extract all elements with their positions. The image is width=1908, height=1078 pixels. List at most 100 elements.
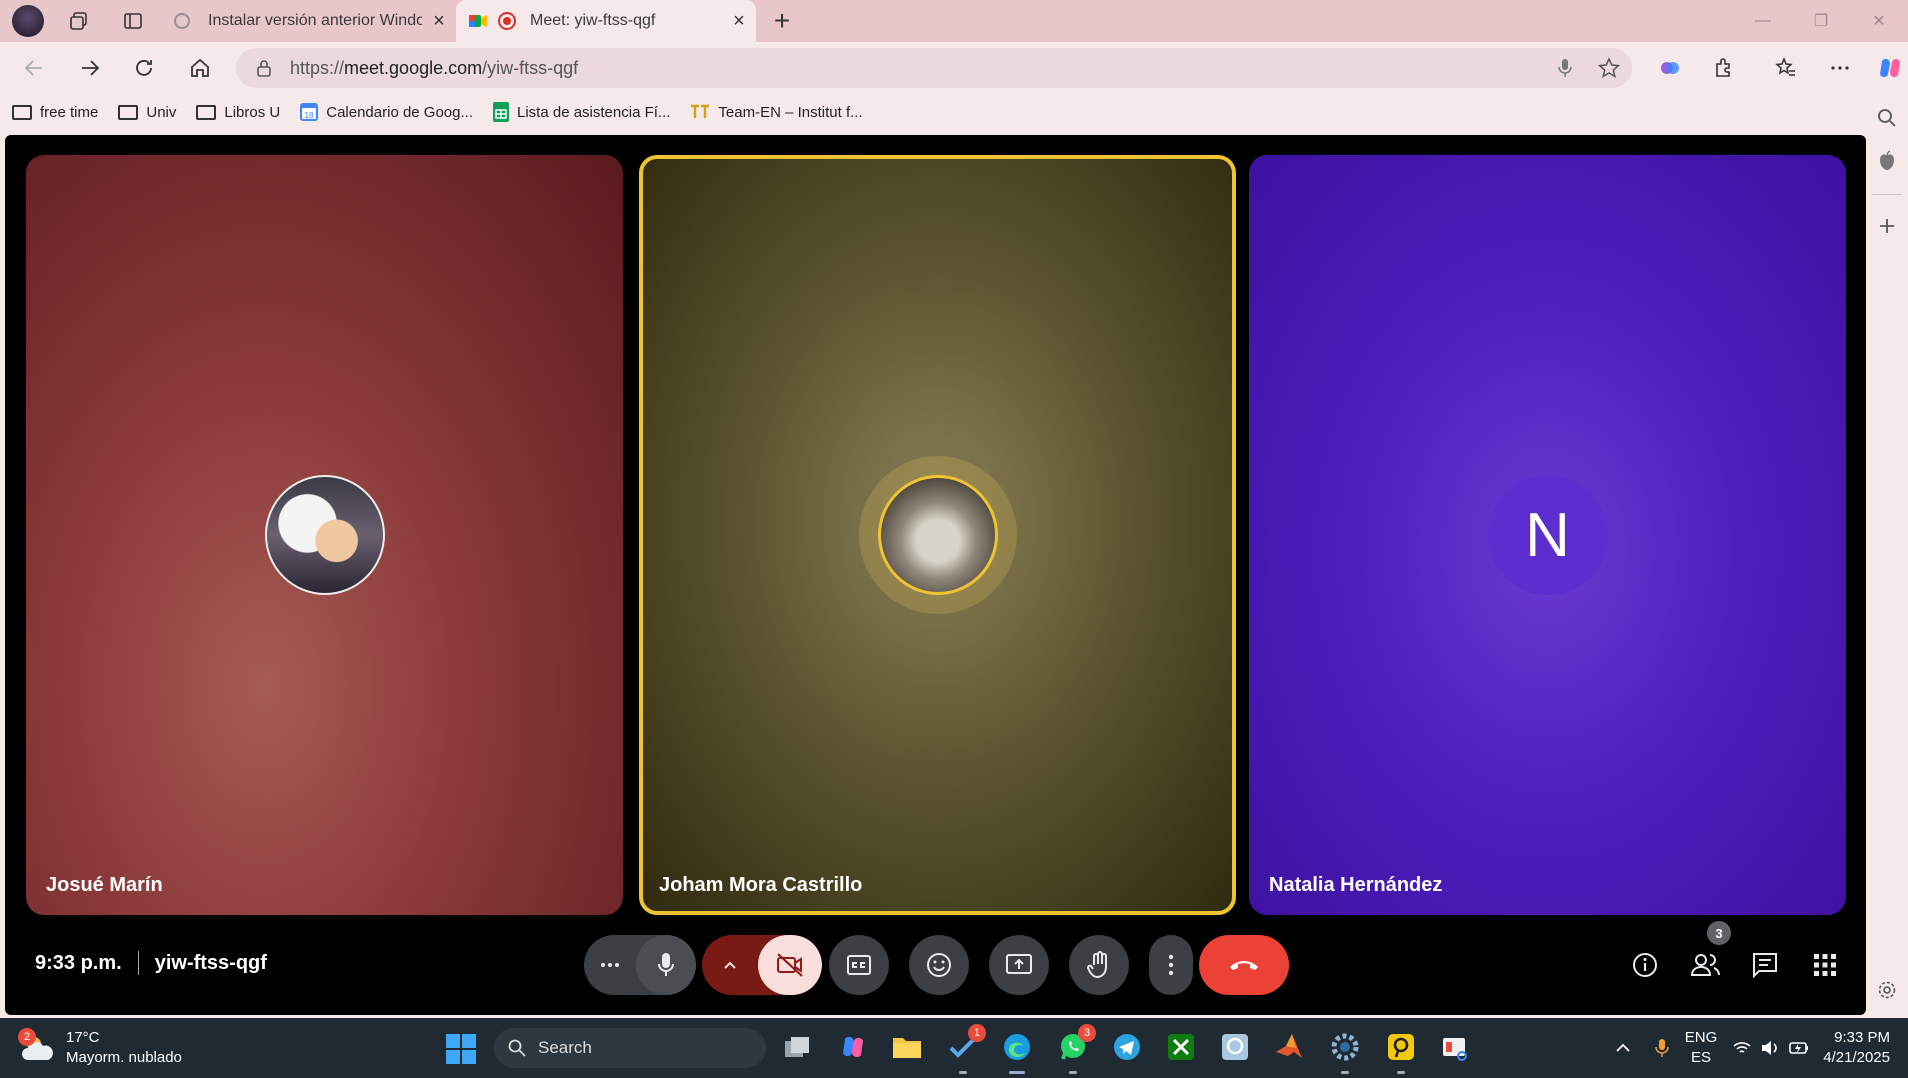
captions-icon <box>847 955 871 975</box>
reactions-button[interactable] <box>909 935 969 995</box>
edge-sidebar <box>1866 94 1908 1018</box>
participant-tile[interactable]: Josué Marín <box>26 155 623 915</box>
browser-tab-strip: Instalar versión anterior Windows × Meet… <box>0 0 1908 42</box>
copilot-icon[interactable] <box>1870 48 1908 88</box>
captions-button[interactable] <box>829 935 889 995</box>
favorites-icon[interactable] <box>1766 48 1806 88</box>
bookmark-univ[interactable]: Univ <box>118 104 176 121</box>
folder-icon <box>118 104 139 120</box>
windows-start-icon[interactable] <box>446 1034 476 1064</box>
activities-button[interactable] <box>1797 935 1853 995</box>
apps-grid-icon <box>1814 954 1836 976</box>
workspaces-icon[interactable] <box>52 0 106 42</box>
participant-avatar <box>264 475 385 595</box>
weather-widget[interactable]: 2 17°C Mayorm. nublado <box>18 1028 182 1068</box>
chat-button[interactable] <box>1737 935 1793 995</box>
xbox-icon[interactable] <box>1164 1030 1198 1064</box>
address-bar[interactable]: https://meet.google.com/yiw-ftss-qgf <box>236 48 1632 88</box>
taskbar-clock[interactable]: 9:33 PM 4/21/2025 <box>1823 1028 1890 1068</box>
raise-hand-button[interactable] <box>1069 935 1129 995</box>
show-hidden-icons-chevron-icon[interactable] <box>1615 1043 1631 1053</box>
sidebar-add-icon[interactable] <box>1878 217 1896 235</box>
camera-options-button[interactable] <box>702 935 758 995</box>
telegram-icon[interactable] <box>1110 1030 1144 1064</box>
clock-time: 9:33 PM <box>1834 1029 1890 1046</box>
task-view-icon[interactable] <box>780 1030 814 1064</box>
audio-options-button[interactable] <box>584 935 636 995</box>
minimize-button[interactable]: — <box>1734 0 1792 42</box>
input-language[interactable]: ENG ES <box>1685 1028 1718 1068</box>
bookmark-label: Libros U <box>224 103 281 121</box>
sidebar-search-icon[interactable] <box>1877 108 1897 128</box>
tab-install-windows[interactable]: Instalar versión anterior Windows × <box>160 0 456 42</box>
camera-off-button[interactable] <box>758 935 822 995</box>
copilot-app-icon[interactable] <box>836 1030 870 1064</box>
bookmark-label: Univ <box>146 103 177 121</box>
language-secondary: ES <box>1691 1049 1712 1066</box>
clock-date: 4/21/2025 <box>1823 1049 1890 1066</box>
bookmark-label: Lista de asistencia Fí... <box>517 103 671 121</box>
forward-button[interactable] <box>70 48 110 88</box>
taskbar-search[interactable]: Search <box>494 1028 766 1068</box>
weather-cloud-icon: 2 <box>18 1028 56 1062</box>
meeting-time: 9:33 p.m. <box>35 951 122 974</box>
audio-control-group <box>584 935 696 995</box>
bookmark-free-time[interactable]: free time <box>12 104 98 121</box>
url-text[interactable]: https://meet.google.com/yiw-ftss-qgf <box>290 58 578 79</box>
restore-button[interactable]: ❐ <box>1792 0 1850 42</box>
participant-tile[interactable]: N Natalia Hernández <box>1249 155 1846 915</box>
file-explorer-icon[interactable] <box>890 1030 924 1064</box>
more-options-button[interactable] <box>1149 935 1193 995</box>
app-launcher-icon[interactable] <box>1218 1030 1252 1064</box>
whatsapp-badge: 3 <box>1078 1024 1096 1042</box>
present-screen-button[interactable] <box>989 935 1049 995</box>
battery-icon[interactable] <box>1789 1041 1809 1055</box>
copilot-brain-icon[interactable] <box>1650 48 1690 88</box>
bookmark-lista-asistencia[interactable]: Lista de asistencia Fí... <box>493 102 670 122</box>
participant-tile-speaking[interactable]: Joham Mora Castrillo <box>639 155 1236 915</box>
microphone-icon[interactable] <box>1558 58 1572 78</box>
refresh-button[interactable] <box>124 48 164 88</box>
settings-app-icon[interactable] <box>1328 1030 1362 1074</box>
snipping-tool-icon[interactable] <box>1438 1030 1472 1064</box>
meeting-details-button[interactable] <box>1617 935 1673 995</box>
wifi-icon[interactable] <box>1733 1041 1751 1055</box>
sidebar-settings-icon[interactable] <box>1877 980 1897 1000</box>
people-count-badge: 3 <box>1707 921 1731 945</box>
sidebar-apple-icon[interactable] <box>1877 150 1897 172</box>
participant-avatar <box>877 475 998 595</box>
recording-icon <box>498 12 516 30</box>
edge-browser-icon[interactable] <box>1000 1030 1034 1074</box>
bookmark-libros-u[interactable]: Libros U <box>196 104 280 121</box>
new-tab-button[interactable]: + <box>756 0 808 42</box>
favorite-star-icon[interactable] <box>1598 57 1620 79</box>
vertical-tabs-icon[interactable] <box>106 0 160 42</box>
more-menu-icon[interactable] <box>1820 48 1860 88</box>
home-button[interactable] <box>180 48 220 88</box>
microphone-button[interactable] <box>636 935 696 995</box>
close-tab-icon[interactable]: × <box>422 4 456 38</box>
tab-meet[interactable]: Meet: yiw-ftss-qgf × <box>456 0 756 42</box>
close-tab-icon[interactable]: × <box>722 4 756 38</box>
bookmark-calendario[interactable]: 18 Calendario de Goog... <box>300 103 473 121</box>
matlab-icon[interactable] <box>1272 1030 1306 1064</box>
profile-avatar[interactable] <box>12 5 44 37</box>
yellow-app-icon[interactable] <box>1384 1030 1418 1074</box>
volume-icon[interactable] <box>1761 1040 1779 1056</box>
weather-badge: 2 <box>18 1028 36 1046</box>
people-button[interactable]: 3 <box>1677 921 1733 995</box>
lock-icon[interactable] <box>256 59 272 77</box>
todo-app-icon[interactable]: 1 <box>946 1024 986 1074</box>
microphone-icon <box>658 953 674 976</box>
emoji-icon <box>927 953 951 977</box>
close-window-button[interactable]: ✕ <box>1850 0 1908 42</box>
bookmark-team-en[interactable]: Team-EN – Institut f... <box>690 103 863 121</box>
tray-microphone-icon[interactable] <box>1655 1038 1669 1058</box>
whatsapp-icon[interactable]: 3 <box>1056 1024 1096 1074</box>
participant-name: Josué Marín <box>46 874 163 896</box>
extensions-icon[interactable] <box>1704 48 1744 88</box>
back-button[interactable] <box>14 48 54 88</box>
sidebar-divider <box>1872 194 1902 195</box>
leave-call-button[interactable] <box>1199 935 1289 995</box>
google-sheets-icon <box>493 102 509 122</box>
